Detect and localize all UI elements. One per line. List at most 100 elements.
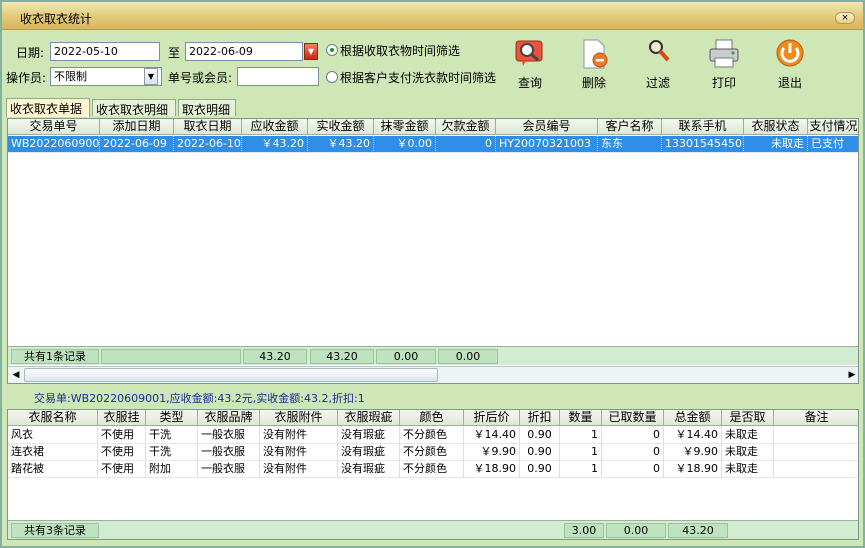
orders-header-cell[interactable]: 衣服状态 [744,119,808,135]
items-header-cell[interactable]: 衣服附件 [260,410,338,426]
orders-header-cell[interactable]: 实收金额 [308,119,374,135]
table-cell: 0 [602,427,664,444]
scroll-left-icon[interactable]: ◀ [10,369,22,381]
table-cell: 未取走 [722,444,774,461]
table-cell: ￥18.90 [464,461,520,478]
orders-total-receivable: 43.20 [243,349,307,364]
power-icon [776,39,804,67]
orders-footer-blank [101,349,241,364]
orders-horizontal-scrollbar[interactable]: ◀ ▶ [8,366,858,383]
items-header-cell[interactable]: 数量 [560,410,602,426]
query-label: 查询 [517,76,542,90]
printer-icon [709,39,739,68]
scroll-right-icon[interactable]: ▶ [846,369,858,381]
orders-header-cell[interactable]: 联系手机 [662,119,744,135]
radio-payment-time[interactable] [326,71,338,83]
tab-pickup-details[interactable]: 取衣明细 [178,99,236,117]
window-title: 收衣取衣统计 [20,12,93,26]
items-total-amount: 43.20 [668,523,728,538]
orders-header-cell[interactable]: 欠款金额 [436,119,496,135]
items-header-cell[interactable]: 折扣 [520,410,560,426]
exit-label: 退出 [777,76,802,90]
tab-order-details[interactable]: 收衣取衣明细 [92,99,176,117]
table-cell: ￥43.20 [242,136,308,153]
table-cell: 不分颜色 [400,461,464,478]
items-header-cell[interactable]: 类型 [146,410,198,426]
table-cell: 不使用 [98,427,146,444]
orders-header-cell[interactable]: 会员编号 [496,119,598,135]
orders-footer: 共有1条记录 43.20 43.20 0.00 0.00 [8,346,858,365]
table-cell: 0 [602,461,664,478]
table-cell: ￥0.00 [374,136,436,153]
table-cell: ￥9.90 [464,444,520,461]
table-cell: WB20220609001 [8,136,100,153]
items-header-cell[interactable]: 是否取 [722,410,774,426]
delete-label: 删除 [581,76,606,90]
orders-total-received: 43.20 [310,349,374,364]
date-from-field[interactable]: 2022-05-10 [50,42,160,61]
date-to-field[interactable]: 2022-06-09 [185,42,303,61]
items-header-cell[interactable]: 总金额 [664,410,722,426]
order-summary-text: 交易单:WB20220609001,应收金额:43.2元,实收金额:43.2,折… [34,392,365,405]
operator-label: 操作员: [6,71,47,85]
table-cell: 东东 [598,136,662,153]
orders-record-count: 共有1条记录 [11,349,99,364]
table-cell: 0.90 [520,444,560,461]
close-icon[interactable]: × [835,12,855,24]
search-icon [515,40,543,66]
title-bar: 收衣取衣统计 × [2,2,863,30]
table-cell: 干洗 [146,444,198,461]
orders-header-cell[interactable]: 交易单号 [8,119,100,135]
table-cell: 没有瑕疵 [338,444,400,461]
table-cell [774,427,858,444]
orders-header-cell[interactable]: 支付情况 [808,119,858,135]
tab-orders[interactable]: 收衣取衣单据 [6,98,90,117]
table-cell: 干洗 [146,427,198,444]
items-total-picked: 0.00 [606,523,666,538]
table-cell: 没有瑕疵 [338,461,400,478]
orders-header-cell[interactable]: 应收金额 [242,119,308,135]
orders-header-cell[interactable]: 客户名称 [598,119,662,135]
items-header-cell[interactable]: 衣服品牌 [198,410,260,426]
order-member-label: 单号或会员: [168,71,233,85]
items-header-cell[interactable]: 衣服挂 [98,410,146,426]
table-row[interactable]: 连衣裙 不使用 干洗 一般衣服 没有附件 没有瑕疵 不分颜色 ￥9.90 0.90 1 0 ￥9.90… [8,444,858,461]
radio-pickup-label[interactable]: 根据收取衣物时间筛选 [340,42,460,59]
items-header-cell[interactable]: 备注 [774,410,858,426]
filter-button[interactable]: 过滤 [632,38,684,94]
orders-header-cell[interactable]: 取衣日期 [174,119,242,135]
print-button[interactable]: 打印 [698,38,750,94]
print-label: 打印 [711,76,736,90]
table-cell: 未取走 [722,427,774,444]
items-record-count: 共有3条记录 [11,523,99,538]
order-member-input[interactable] [237,67,319,86]
exit-button[interactable]: 退出 [764,38,816,94]
query-button[interactable]: 查询 [504,38,556,94]
table-cell: 不使用 [98,444,146,461]
items-header-cell[interactable]: 衣服名称 [8,410,98,426]
orders-header-cell[interactable]: 添加日期 [100,119,174,135]
items-header-cell[interactable]: 颜色 [400,410,464,426]
orders-header-cell[interactable]: 抹零金额 [374,119,436,135]
radio-payment-label[interactable]: 根据客户支付洗衣款时间筛选 [340,69,496,86]
table-cell: 已支付 [808,136,858,153]
operator-dropdown-icon[interactable]: ▼ [144,68,158,85]
items-header-cell[interactable]: 已取数量 [602,410,664,426]
radio-pickup-time[interactable] [326,44,338,56]
table-cell: HY20070321003 [496,136,598,153]
table-cell: 一般衣服 [198,427,260,444]
table-row[interactable]: WB20220609001 2022-06-09 2022-06-10 ￥43.20 ￥… [8,136,858,153]
scroll-thumb[interactable] [24,368,438,382]
table-cell: 1 [560,444,602,461]
delete-button[interactable]: 删除 [568,38,620,94]
items-header-cell[interactable]: 折后价 [464,410,520,426]
table-cell: 踏花被 [8,461,98,478]
items-header-cell[interactable]: 衣服瑕疵 [338,410,400,426]
table-cell: 1 [560,427,602,444]
date-picker-dropdown-icon[interactable]: ▼ [304,43,318,60]
orders-header: 交易单号 添加日期 取衣日期 应收金额 实收金额 抹零金额 欠款金额 会员编号 客户名称 联系手机… [8,119,858,135]
table-row[interactable]: 踏花被 不使用 附加 一般衣服 没有附件 没有瑕疵 不分颜色 ￥18.90 0.90 1 0 ￥18.… [8,461,858,478]
delete-icon [583,39,608,69]
table-cell: 没有附件 [260,461,338,478]
table-row[interactable]: 风衣 不使用 干洗 一般衣服 没有附件 没有瑕疵 不分颜色 ￥14.40 0.90 1 0 ￥14.4… [8,427,858,444]
